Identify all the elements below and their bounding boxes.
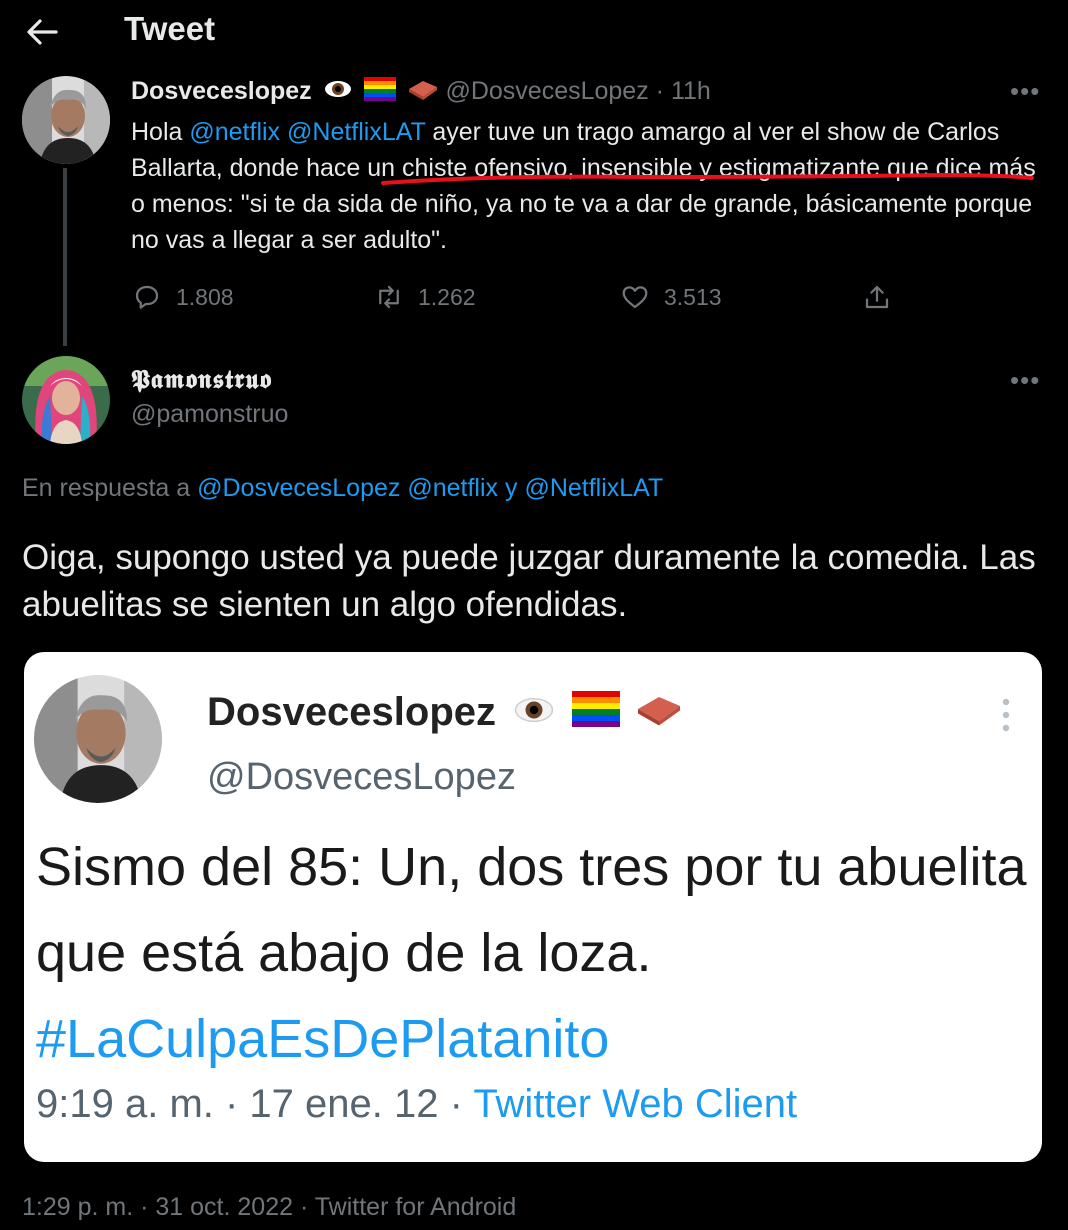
- eye-emoji-icon: [323, 77, 353, 108]
- brick-icon: [407, 77, 439, 108]
- page-title: Tweet: [124, 10, 216, 47]
- author-name[interactable]: Dosveceslopez: [131, 77, 312, 105]
- retweet-icon: [379, 285, 399, 309]
- embedded-tweet-meta: 9:19 a. m. · 17 ene. 12 · Twitter Web Cl…: [36, 1082, 798, 1126]
- mention-link[interactable]: @netflix: [189, 118, 280, 146]
- rainbow-flag-icon: [572, 691, 621, 737]
- tweet-time[interactable]: 11h: [671, 77, 711, 105]
- author-handle[interactable]: @DosvecesLopez: [445, 77, 648, 105]
- mention-link[interactable]: @NetflixLAT: [287, 118, 425, 146]
- reply-icon: [135, 285, 159, 309]
- embedded-image-card[interactable]: Dosveceslopez @DosvecesLopez Sismo del 8…: [24, 652, 1042, 1162]
- reply-button[interactable]: 1.808: [132, 280, 234, 314]
- avatar[interactable]: [22, 356, 110, 444]
- embedded-author-name: Dosveceslopez: [207, 690, 683, 737]
- reply-count: 1.808: [176, 283, 234, 310]
- more-vertical-icon: [1002, 698, 1010, 732]
- tweet-text: Oiga, supongo usted ya puede juzgar dura…: [22, 538, 1036, 624]
- back-button[interactable]: [22, 14, 62, 50]
- retweet-count: 1.262: [418, 283, 476, 310]
- more-options-icon[interactable]: •••: [1010, 365, 1040, 396]
- avatar: [34, 675, 162, 803]
- like-count: 3.513: [664, 283, 722, 310]
- hashtag-link: #LaCulpaEsDePlatanito: [36, 1009, 610, 1069]
- tweet-timestamp: 1:29 p. m. · 31 oct. 2022 · Twitter for …: [22, 1193, 517, 1221]
- brick-icon: [635, 691, 683, 737]
- arrow-left-icon: [27, 19, 58, 45]
- heart-icon: [622, 286, 648, 309]
- embedded-author-handle: @DosvecesLopez: [207, 756, 516, 798]
- reply-context: En respuesta a @DosvecesLopez @netflix y…: [22, 474, 664, 502]
- like-button[interactable]: 3.513: [620, 280, 722, 314]
- eye-emoji-icon: [511, 692, 557, 737]
- mention-link[interactable]: @DosvecesLopez: [197, 474, 400, 502]
- embedded-tweet-text: Sismo del 85: Un, dos tres por tu abueli…: [36, 837, 1027, 1069]
- share-icon: [865, 285, 889, 309]
- tweet-header: Dosveceslopez @DosvecesLopez · 11h: [131, 77, 711, 108]
- thread-line: [63, 168, 67, 346]
- tweet-text: Hola @netflix @NetflixLAT ayer tuve un t…: [131, 118, 1036, 254]
- avatar[interactable]: [22, 76, 110, 164]
- retweet-button[interactable]: 1.262: [374, 280, 476, 314]
- author-handle[interactable]: @pamonstruo: [131, 400, 288, 429]
- share-button[interactable]: [862, 280, 892, 314]
- client-name: Twitter for Android: [314, 1193, 517, 1221]
- mention-link[interactable]: @netflix: [407, 474, 498, 502]
- mention-link[interactable]: @NetflixLAT: [524, 474, 663, 502]
- more-options-icon[interactable]: •••: [1010, 76, 1040, 107]
- rainbow-flag-icon: [363, 77, 396, 108]
- author-name[interactable]: 𝕻𝖆𝖒𝖔𝖓𝖘𝖙𝖗𝖚𝖔: [131, 365, 272, 396]
